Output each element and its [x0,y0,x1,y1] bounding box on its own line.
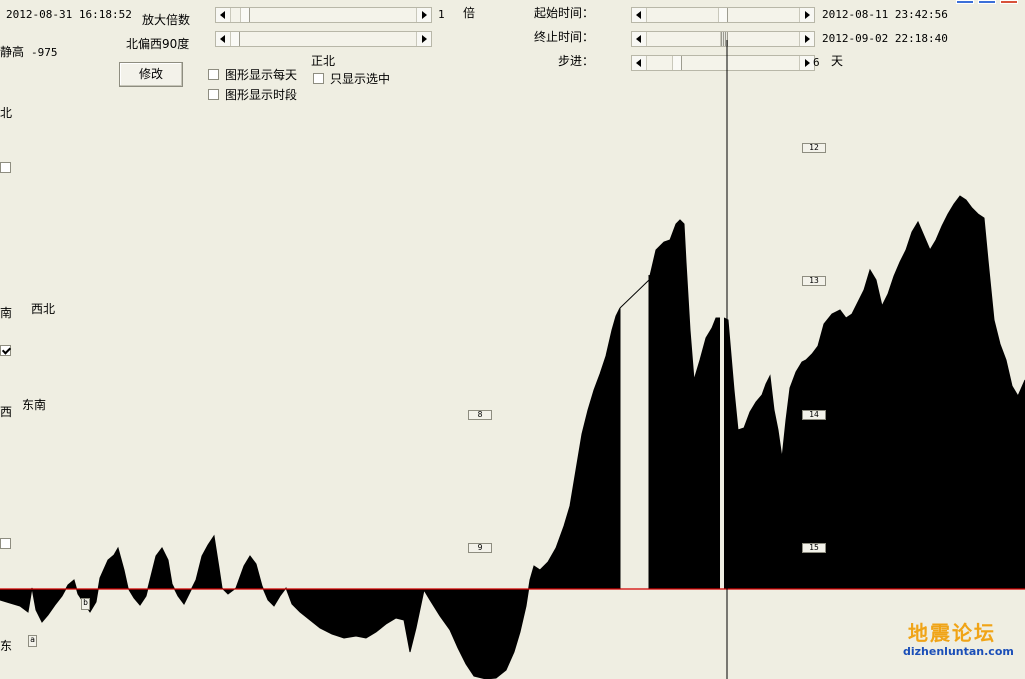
waveform-plot [0,40,1025,679]
marker-14[interactable]: 14 [802,410,826,420]
marker-13[interactable]: 13 [802,276,826,286]
marker-12[interactable]: 12 [802,143,826,153]
marker-a[interactable]: a [28,635,37,647]
marker-b[interactable]: b [81,598,90,610]
waveform-gap [720,300,724,589]
watermark-title: 地震论坛 [908,621,996,645]
marker-8[interactable]: 8 [468,410,492,420]
waveform-area [0,195,1025,679]
watermark-url: dizhenluntan.com [903,645,1014,658]
marker-15[interactable]: 15 [802,543,826,553]
waveform-gap [622,280,648,589]
marker-9[interactable]: 9 [468,543,492,553]
